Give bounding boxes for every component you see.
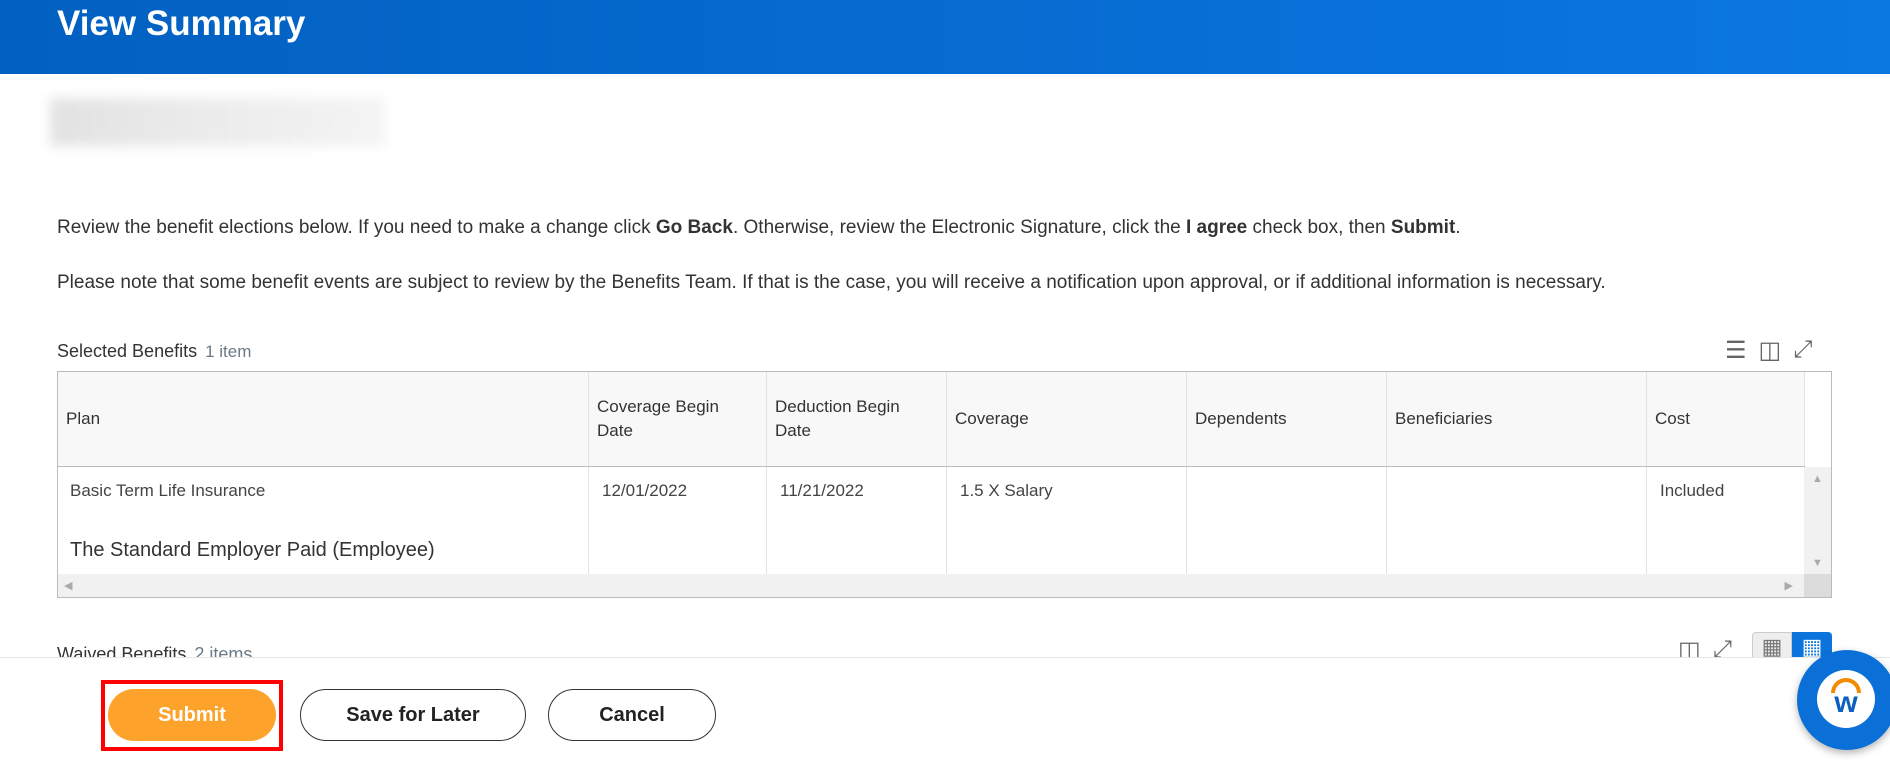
vertical-scrollbar[interactable]: ▲ ▼ — [1804, 467, 1831, 575]
cost-cell: Included — [1647, 467, 1805, 575]
column-header[interactable]: Plan — [58, 372, 589, 466]
scroll-up-icon[interactable]: ▲ — [1812, 473, 1823, 485]
plan-cell: Basic Term Life Insurance The Standard Em… — [58, 467, 589, 575]
selected-benefits-table: Plan Coverage Begin Date Deduction Begin… — [57, 371, 1832, 598]
column-header[interactable]: Coverage — [947, 372, 1187, 466]
item-count: 1 item — [205, 342, 252, 361]
table-tools: ☰ ◫ ⤢ — [1725, 336, 1812, 365]
dependents-cell — [1187, 467, 1387, 575]
scroll-left-icon[interactable]: ◀ — [64, 579, 72, 592]
column-header[interactable]: Deduction Begin Date — [767, 372, 947, 466]
selected-benefits-title: Selected Benefits 1 item — [57, 341, 252, 361]
page-header: View Summary — [0, 0, 1890, 74]
columns-icon[interactable]: ◫ — [1759, 336, 1782, 365]
filter-icon[interactable]: ☰ — [1725, 336, 1747, 365]
column-header[interactable]: Coverage Begin Date — [589, 372, 767, 466]
chat-assistant-button[interactable]: w — [1797, 650, 1890, 750]
column-header[interactable]: Beneficiaries — [1387, 372, 1647, 466]
submit-button[interactable]: Submit — [108, 689, 276, 741]
column-header[interactable]: Cost — [1647, 372, 1805, 466]
footer-bar — [0, 657, 1890, 766]
save-for-later-button[interactable]: Save for Later — [300, 689, 526, 741]
instruction-line-1: Review the benefit elections below. If y… — [57, 217, 1461, 238]
column-header[interactable]: Dependents — [1187, 372, 1387, 466]
instruction-line-2: Please note that some benefit events are… — [57, 272, 1606, 293]
table-header: Plan Coverage Begin Date Deduction Begin… — [58, 372, 1805, 467]
coverage-cell: 1.5 X Salary — [947, 467, 1187, 575]
scroll-corner — [1804, 574, 1831, 597]
page-title: View Summary — [57, 4, 306, 43]
cancel-button[interactable]: Cancel — [548, 689, 716, 741]
workday-logo-icon: w — [1817, 670, 1875, 728]
scroll-right-icon[interactable]: ▶ — [1785, 579, 1793, 592]
scroll-down-icon[interactable]: ▼ — [1812, 557, 1823, 569]
beneficiaries-cell — [1387, 467, 1647, 575]
horizontal-scrollbar[interactable]: ◀ ▶ — [58, 574, 1805, 597]
coverage-begin-cell: 12/01/2022 — [589, 467, 767, 575]
table-row: Basic Term Life Insurance The Standard Em… — [58, 467, 1805, 575]
deduction-begin-cell: 11/21/2022 — [767, 467, 947, 575]
fullscreen-icon[interactable]: ⤢ — [1793, 336, 1812, 365]
redacted-text — [50, 98, 385, 146]
